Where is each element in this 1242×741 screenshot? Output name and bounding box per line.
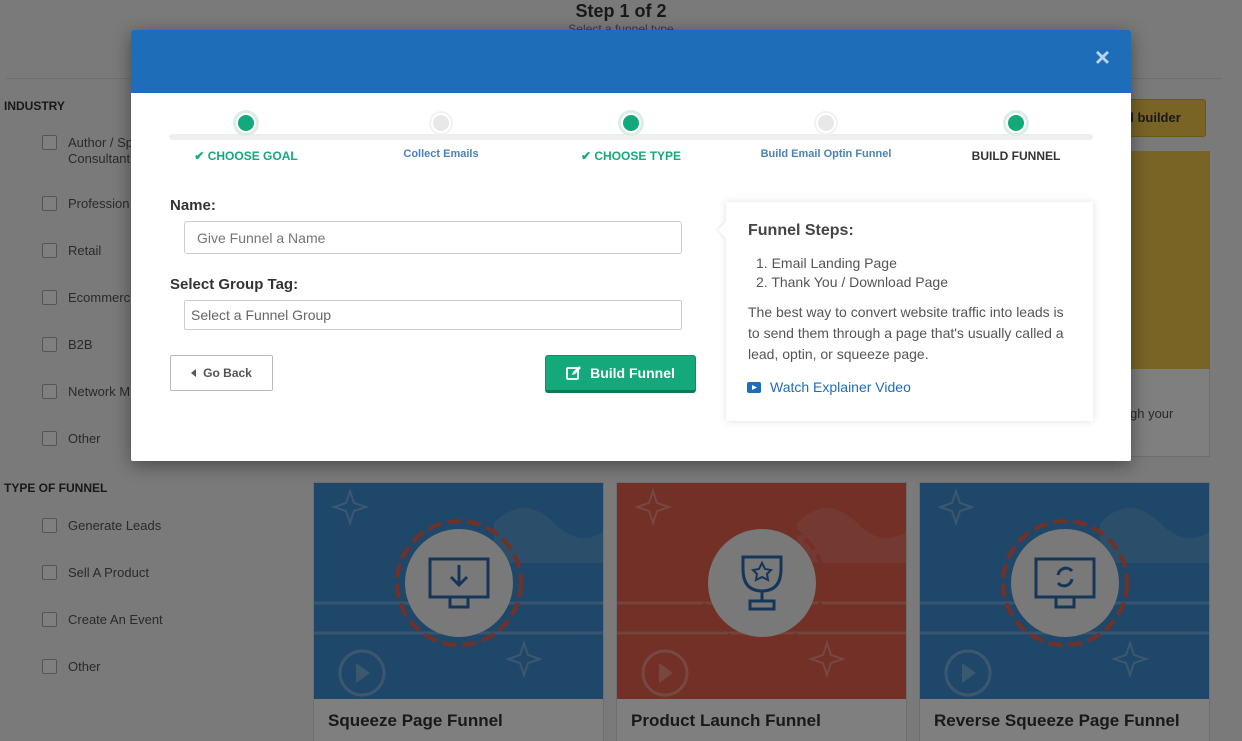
step-label: ✔ CHOOSE GOAL <box>194 149 298 163</box>
step-dot <box>431 113 451 133</box>
step-label: Collect Emails <box>403 148 479 160</box>
go-back-button[interactable]: Go Back <box>170 355 273 391</box>
modal-header: × <box>131 30 1131 93</box>
info-title: Funnel Steps: <box>748 222 854 239</box>
funnel-steps-panel: Funnel Steps: 1. Email Landing Page 2. T… <box>726 202 1093 421</box>
step-label: BUILD FUNNEL <box>971 149 1061 163</box>
info-description: The best way to convert website traffic … <box>748 304 1064 362</box>
video-play-icon <box>747 381 761 393</box>
edit-icon <box>566 366 582 380</box>
progress-track <box>169 134 1093 140</box>
funnel-name-input[interactable] <box>184 221 682 254</box>
name-label: Name: <box>170 197 216 214</box>
close-icon[interactable]: × <box>1095 44 1110 70</box>
watch-explainer-video-link[interactable]: Watch Explainer Video <box>747 379 911 395</box>
build-funnel-button[interactable]: Build Funnel <box>545 355 696 393</box>
step-dot <box>1006 113 1026 133</box>
group-tag-label: Select Group Tag: <box>170 276 299 293</box>
step-dot <box>236 113 256 133</box>
step-label: ✔ CHOOSE TYPE <box>580 149 682 163</box>
funnel-group-select[interactable]: Select a Funnel Group <box>184 300 682 330</box>
modal-body: ✔ CHOOSE GOAL Collect Emails ✔ CHOOSE TY… <box>131 93 1131 461</box>
step-label: Build Email Optin Funnel <box>760 148 892 160</box>
build-funnel-modal: × ✔ CHOOSE GOAL Collect Emails ✔ CHOOSE … <box>131 30 1131 461</box>
funnel-steps-list: 1. Email Landing Page 2. Thank You / Dow… <box>748 254 1071 292</box>
list-item: 1. Email Landing Page <box>756 255 897 271</box>
caret-left-icon <box>191 369 197 377</box>
check-icon: ✔ <box>194 149 205 163</box>
check-icon: ✔ <box>580 149 592 163</box>
step-dot <box>816 113 836 133</box>
step-dot <box>621 113 641 133</box>
list-item: 2. Thank You / Download Page <box>756 274 949 290</box>
